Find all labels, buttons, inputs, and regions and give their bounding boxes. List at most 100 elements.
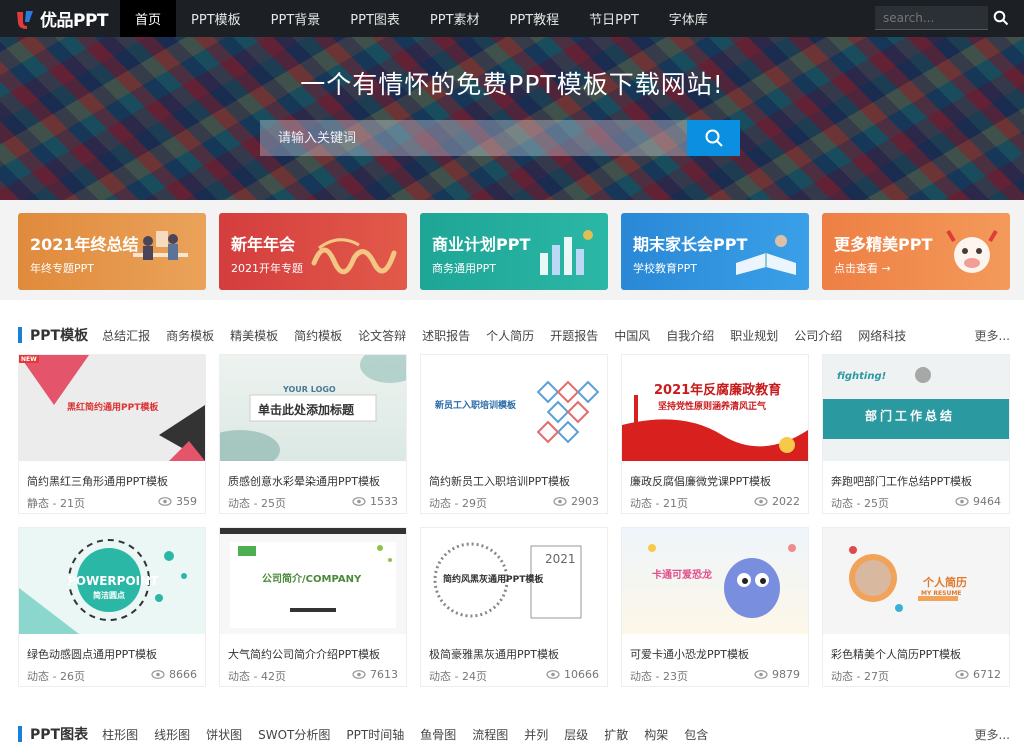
template-meta: 动态 - 23页 bbox=[630, 670, 688, 683]
tag-link[interactable]: 职业规划 bbox=[730, 327, 778, 344]
tag-link[interactable]: 论文答辩 bbox=[358, 327, 406, 344]
view-count-value: 1533 bbox=[370, 495, 398, 508]
template-card[interactable]: 2021年反腐廉政教育 坚持党性原则涵养清风正气 廉政反腐倡廉微党课PPT模板 … bbox=[621, 354, 809, 514]
tag-link[interactable]: 网络科技 bbox=[858, 327, 906, 344]
menu-item-ppt-backgrounds[interactable]: PPT背景 bbox=[256, 0, 336, 37]
template-title[interactable]: 廉政反腐倡廉微党课PPT模板 bbox=[630, 473, 771, 489]
eye-icon bbox=[955, 497, 969, 506]
tag-link[interactable]: PPT时间轴 bbox=[346, 726, 404, 743]
template-card[interactable]: YOUR LOGO 单击此处添加标题 质感创意水彩晕染通用PPT模板 动态 - … bbox=[219, 354, 407, 514]
template-title[interactable]: 绿色动感圆点通用PPT模板 bbox=[27, 646, 157, 662]
view-count-value: 9464 bbox=[973, 495, 1001, 508]
template-card[interactable]: NEW 黑红简约通用PPT模板 简约黑红三角形通用PPT模板 静态 - 21页 … bbox=[18, 354, 206, 514]
tag-link[interactable]: 述职报告 bbox=[422, 327, 470, 344]
tag-link[interactable]: 层级 bbox=[564, 726, 588, 743]
banner-year-end-summary[interactable]: 2021年终总结 年终专题PPT bbox=[18, 213, 206, 290]
tag-link[interactable]: 线形图 bbox=[154, 726, 190, 743]
eye-icon bbox=[352, 497, 366, 506]
template-card[interactable]: 卡通可爱恐龙 可爱卡通小恐龙PPT模板 动态 - 23页 9879 bbox=[621, 527, 809, 687]
banner-parent-meeting[interactable]: 期末家长会PPT 学校教育PPT bbox=[621, 213, 809, 290]
tag-link[interactable]: 并列 bbox=[524, 726, 548, 743]
view-count-value: 2022 bbox=[772, 495, 800, 508]
template-card[interactable]: fighting! 部门工作总结 奔跑吧部门工作总结PPT模板 动态 - 25页… bbox=[822, 354, 1010, 514]
template-card[interactable]: POWERPOINT 简洁圆点 绿色动感圆点通用PPT模板 动态 - 26页 8… bbox=[18, 527, 206, 687]
menu-item-ppt-materials[interactable]: PPT素材 bbox=[415, 0, 495, 37]
template-thumbnail[interactable]: 2021 简约风黑灰通用PPT模板 bbox=[421, 528, 607, 634]
tag-link[interactable]: 鱼骨图 bbox=[420, 726, 456, 743]
tag-link[interactable]: 个人简历 bbox=[486, 327, 534, 344]
menu-item-ppt-templates[interactable]: PPT模板 bbox=[176, 0, 256, 37]
eye-icon bbox=[151, 670, 165, 679]
thumb-title: 个人简历 bbox=[923, 576, 967, 589]
template-thumbnail[interactable]: fighting! 部门工作总结 bbox=[823, 355, 1009, 461]
template-thumbnail[interactable]: 新员工入职培训模板 bbox=[421, 355, 607, 461]
tag-link[interactable]: 流程图 bbox=[472, 726, 508, 743]
template-title[interactable]: 大气简约公司简介介绍PPT模板 bbox=[228, 646, 380, 662]
eye-icon bbox=[754, 670, 768, 679]
banner-subtitle: 学校教育PPT bbox=[633, 262, 697, 275]
template-card[interactable]: 个人简历 MY RESUME 彩色精美个人简历PPT模板 动态 - 27页 67… bbox=[822, 527, 1010, 687]
tag-link[interactable]: 自我介绍 bbox=[666, 327, 714, 344]
hero-banner: 一个有情怀的免费PPT模板下载网站! bbox=[0, 37, 1024, 200]
tag-link[interactable]: 商务模板 bbox=[166, 327, 214, 344]
tag-link[interactable]: 开题报告 bbox=[550, 327, 598, 344]
tag-link[interactable]: 公司介绍 bbox=[794, 327, 842, 344]
tag-link[interactable]: 扩散 bbox=[604, 726, 628, 743]
template-title[interactable]: 简约新员工入职培训PPT模板 bbox=[429, 473, 570, 489]
template-card[interactable]: 2021 简约风黑灰通用PPT模板 极简豪雅黑灰通用PPT模板 动态 - 24页… bbox=[420, 527, 608, 687]
menu-item-fonts[interactable]: 字体库 bbox=[654, 0, 723, 37]
tag-link[interactable]: 简约模板 bbox=[294, 327, 342, 344]
more-link[interactable]: 更多... bbox=[975, 726, 1010, 743]
template-thumbnail[interactable]: 公司简介/COMPANY bbox=[220, 528, 406, 634]
template-title[interactable]: 质感创意水彩晕染通用PPT模板 bbox=[228, 473, 380, 489]
thumb-subtitle: fighting! bbox=[837, 371, 887, 382]
view-count: 2903 bbox=[553, 495, 599, 508]
view-count-value: 6712 bbox=[973, 668, 1001, 681]
banner-subtitle: 点击查看 → bbox=[834, 262, 891, 275]
tag-link[interactable]: 中国风 bbox=[614, 327, 650, 344]
tag-link[interactable]: 柱形图 bbox=[102, 726, 138, 743]
banner-more-ppt[interactable]: 更多精美PPT 点击查看 → bbox=[822, 213, 1010, 290]
nav-search-input[interactable] bbox=[875, 6, 988, 30]
template-title[interactable]: 极简豪雅黑灰通用PPT模板 bbox=[429, 646, 559, 662]
menu-item-ppt-tutorials[interactable]: PPT教程 bbox=[495, 0, 575, 37]
template-thumbnail[interactable]: 2021年反腐廉政教育 坚持党性原则涵养清风正气 bbox=[622, 355, 808, 461]
template-thumbnail[interactable]: 卡通可爱恐龙 bbox=[622, 528, 808, 634]
template-meta: 动态 - 42页 bbox=[228, 670, 286, 683]
template-card[interactable]: 公司简介/COMPANY 大气简约公司简介介绍PPT模板 动态 - 42页 76… bbox=[219, 527, 407, 687]
more-link[interactable]: 更多... bbox=[975, 327, 1010, 344]
tag-link[interactable]: 饼状图 bbox=[206, 726, 242, 743]
dinosaur-thumbnail-art bbox=[648, 544, 796, 618]
banner-new-year-party[interactable]: 新年年会 2021开年专题 bbox=[219, 213, 407, 290]
hero-search-input[interactable] bbox=[260, 120, 687, 156]
menu-item-holiday-ppt[interactable]: 节日PPT bbox=[574, 0, 654, 37]
logo-text: 优品PPT bbox=[40, 11, 109, 31]
template-title[interactable]: 彩色精美个人简历PPT模板 bbox=[831, 646, 961, 662]
thumb-title: 单击此处添加标题 bbox=[258, 403, 355, 417]
site-logo[interactable]: 优品PPT bbox=[0, 0, 120, 37]
tag-link[interactable]: 构架 bbox=[644, 726, 668, 743]
menu-item-home[interactable]: 首页 bbox=[120, 0, 177, 37]
template-title[interactable]: 奔跑吧部门工作总结PPT模板 bbox=[831, 473, 972, 489]
tag-link[interactable]: SWOT分析图 bbox=[258, 726, 330, 743]
view-count-value: 8666 bbox=[169, 668, 197, 681]
template-thumbnail[interactable]: YOUR LOGO 单击此处添加标题 bbox=[220, 355, 406, 461]
template-title[interactable]: 简约黑红三角形通用PPT模板 bbox=[27, 473, 168, 489]
tag-link[interactable]: 总结汇报 bbox=[102, 327, 150, 344]
tag-link[interactable]: 精美模板 bbox=[230, 327, 278, 344]
search-icon[interactable] bbox=[993, 10, 1009, 26]
view-count-value: 10666 bbox=[564, 668, 599, 681]
template-thumbnail[interactable]: 个人简历 MY RESUME bbox=[823, 528, 1009, 634]
view-count-value: 2903 bbox=[571, 495, 599, 508]
template-thumbnail[interactable]: POWERPOINT 简洁圆点 bbox=[19, 528, 205, 634]
tag-link[interactable]: 包含 bbox=[684, 726, 708, 743]
view-count: 359 bbox=[158, 495, 197, 508]
new-badge: NEW bbox=[21, 356, 37, 363]
menu-item-ppt-charts[interactable]: PPT图表 bbox=[335, 0, 415, 37]
template-title[interactable]: 可爱卡通小恐龙PPT模板 bbox=[630, 646, 749, 662]
template-card[interactable]: 新员工入职培训模板 简约新员工入职培训PPT模板 动态 - 29页 2903 bbox=[420, 354, 608, 514]
hero-search-button[interactable] bbox=[687, 120, 740, 156]
template-thumbnail[interactable]: NEW 黑红简约通用PPT模板 bbox=[19, 355, 205, 461]
banner-business-plan[interactable]: 商业计划PPT 商务通用PPT bbox=[420, 213, 608, 290]
view-count-value: 9879 bbox=[772, 668, 800, 681]
